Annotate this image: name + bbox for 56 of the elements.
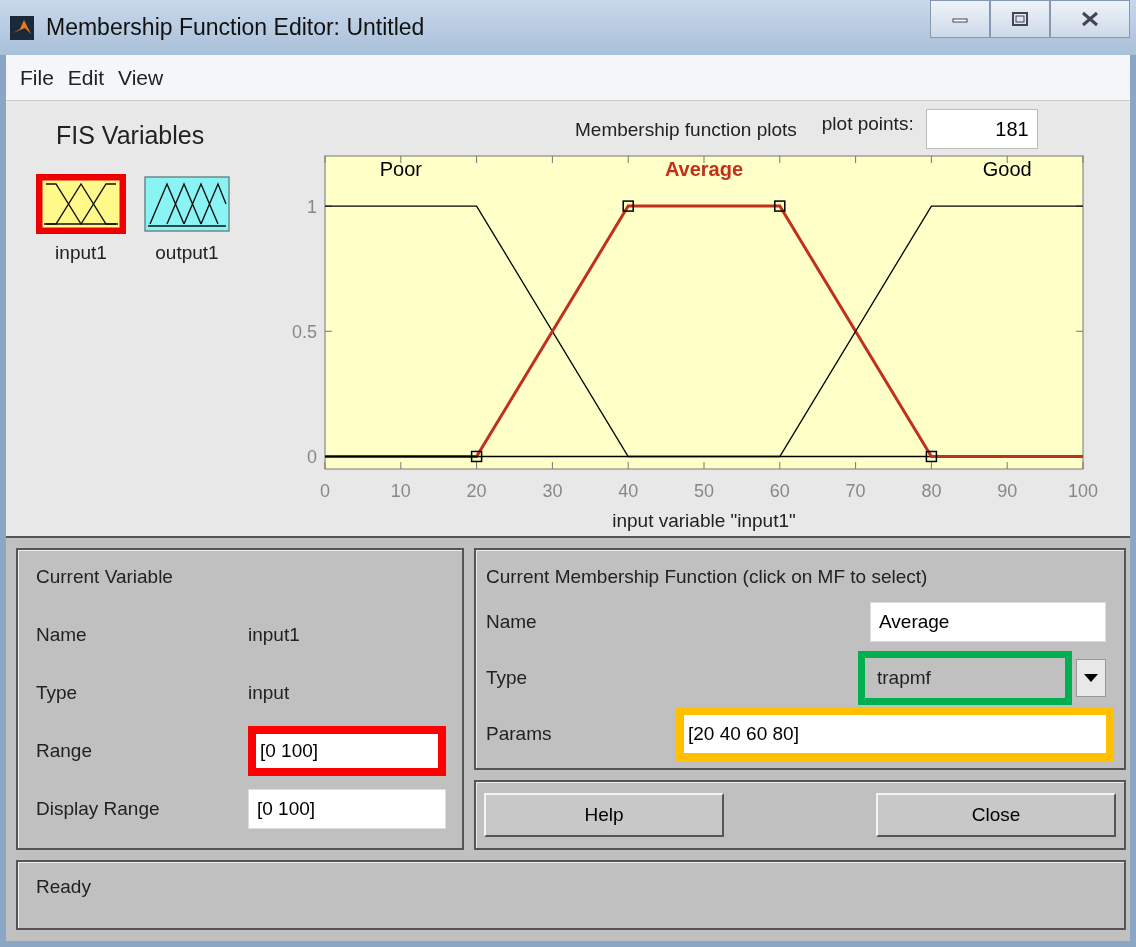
- curve-label: Poor: [379, 158, 422, 181]
- x-tick-label: 90: [997, 481, 1018, 501]
- panel-title: Current Membership Function (click on MF to select): [486, 566, 929, 588]
- field-label: Type: [486, 667, 529, 689]
- section-title: FIS Variables: [56, 121, 206, 150]
- x-axis-label: input variable "input1": [612, 510, 796, 531]
- plot-points-field[interactable]: 181: [925, 109, 1038, 149]
- field-value: input1: [248, 624, 300, 646]
- x-tick-label: 100: [1068, 481, 1098, 501]
- plot-title: Membership function plots: [575, 119, 797, 141]
- x-tick-label: 30: [542, 481, 563, 501]
- input-field[interactable]: [20 40 60 80]: [676, 707, 1114, 761]
- input-variable-icon[interactable]: [36, 174, 126, 234]
- x-tick-label: 70: [845, 481, 866, 501]
- input-field[interactable]: Average: [870, 602, 1106, 642]
- dialog-button[interactable]: Close: [876, 793, 1116, 837]
- field-label: Type: [36, 682, 79, 704]
- field-label: Display Range: [36, 798, 161, 820]
- panel-title: Current Variable: [36, 566, 174, 588]
- y-tick-label: 0.5: [291, 322, 317, 343]
- plot-points-label: plot points:: [821, 113, 914, 135]
- close-icon: [1080, 11, 1100, 27]
- y-tick-label: 0: [307, 447, 317, 468]
- field-label: Range: [36, 740, 93, 762]
- window-title: Membership Function Editor: Untitled: [46, 14, 425, 41]
- curve-label: Average: [664, 158, 744, 181]
- x-tick-label: 20: [466, 481, 487, 501]
- maximize-icon: [1011, 11, 1029, 27]
- close-button[interactable]: [1050, 0, 1130, 38]
- menu-item[interactable]: Edit: [67, 65, 105, 90]
- x-tick-label: 0: [320, 481, 330, 501]
- output-variable-icon[interactable]: [142, 174, 232, 234]
- x-tick-label: 50: [694, 481, 714, 501]
- menu-item[interactable]: View: [118, 65, 164, 90]
- app-logo-icon: [10, 15, 34, 40]
- maximize-button[interactable]: [990, 0, 1050, 38]
- dialog-button[interactable]: Help: [484, 793, 724, 837]
- menu-item[interactable]: File: [20, 65, 54, 90]
- x-tick-label: 10: [390, 481, 411, 501]
- field-label: Params: [486, 723, 553, 745]
- curve-label: Good: [982, 158, 1032, 181]
- x-tick-label: 40: [618, 481, 639, 501]
- caret-icon: [1084, 674, 1098, 682]
- input-field[interactable]: [0 100]: [248, 789, 446, 829]
- field-label: Name: [486, 611, 538, 633]
- y-tick-label: 1: [307, 197, 317, 218]
- dropdown-button[interactable]: [1076, 659, 1106, 697]
- field-label: Name: [36, 624, 88, 646]
- input-field[interactable]: [0 100]: [248, 726, 446, 776]
- type-dropdown[interactable]: trapmf: [858, 651, 1072, 705]
- variable-label: output1: [155, 242, 219, 264]
- field-value: input: [248, 682, 290, 704]
- status-text: Ready: [36, 876, 91, 897]
- x-tick-label: 80: [921, 481, 942, 501]
- x-tick-label: 60: [769, 481, 790, 501]
- variable-label: input1: [55, 242, 107, 264]
